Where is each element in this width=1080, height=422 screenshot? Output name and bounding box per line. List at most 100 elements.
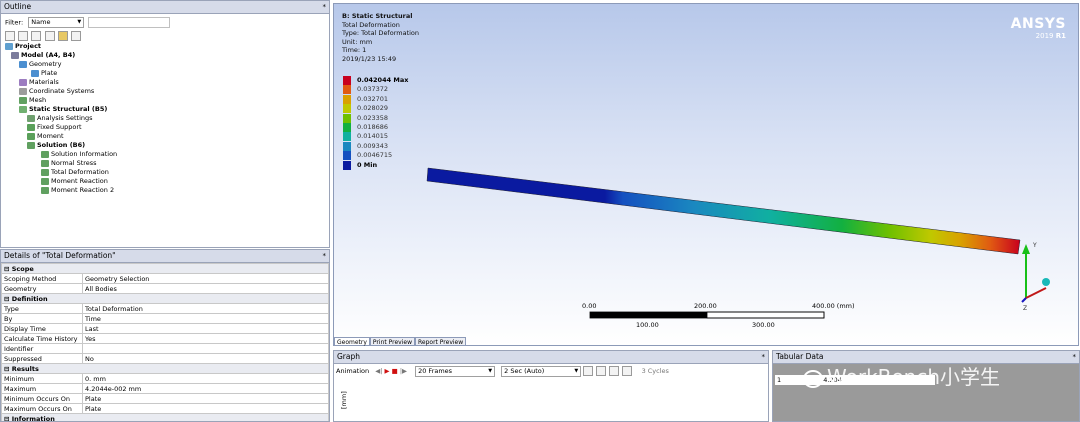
scale-bar (589, 311, 825, 319)
axis-triad[interactable]: Y Z (1021, 242, 1050, 312)
details-key: Type (1, 303, 83, 314)
skip-back-icon[interactable]: ◀| (375, 367, 382, 375)
graphics-viewport[interactable]: B: Static Structural Total Deformation Typ… (333, 3, 1079, 346)
details-value[interactable]: 4.2044e-002 mm (82, 383, 329, 394)
tab-geometry[interactable]: Geometry (334, 337, 370, 346)
tree-node-icon (27, 141, 35, 149)
legend-swatch (343, 76, 351, 85)
tree-item[interactable]: Solution Information (41, 150, 117, 159)
scale-label-300: 300.00 (752, 321, 775, 329)
details-row[interactable]: Suppressed No (1, 353, 329, 364)
tree-item[interactable]: Moment (27, 132, 64, 141)
details-value[interactable]: Geometry Selection (82, 273, 329, 284)
tree-item[interactable]: Solution (B6) (27, 141, 85, 150)
checkbox-icon[interactable] (622, 366, 633, 376)
pin-icon[interactable]: * (1073, 351, 1077, 363)
details-key: Suppressed (1, 353, 83, 364)
tree-node-icon (27, 123, 35, 131)
details-row[interactable]: Geometry All Bodies (1, 283, 329, 294)
tree-item[interactable]: Moment Reaction 2 (41, 186, 114, 195)
details-key: Display Time (1, 323, 83, 334)
tree-item[interactable]: Analysis Settings (27, 114, 93, 123)
details-row[interactable]: By Time (1, 313, 329, 324)
tab-report-preview[interactable]: Report Preview (415, 337, 467, 346)
details-value[interactable]: All Bodies (82, 283, 329, 294)
tree-item[interactable]: Geometry (19, 60, 61, 69)
legend-label: 0.042044 Max (357, 76, 409, 84)
export-icon[interactable] (609, 366, 620, 376)
details-row[interactable]: Display Time Last (1, 323, 329, 334)
tree-item[interactable]: Normal Stress (41, 159, 97, 168)
play-icon[interactable]: ▶ (385, 367, 390, 375)
folder-icon[interactable] (57, 31, 68, 41)
details-value[interactable]: 0. mm (82, 373, 329, 384)
settings-icon[interactable] (71, 31, 82, 41)
duration-select[interactable]: 2 Sec (Auto) ▼ (501, 365, 582, 377)
details-value[interactable]: No (82, 353, 329, 364)
tree-item[interactable]: Model (A4, B4) (11, 51, 75, 60)
outline-pane: Outline * Filter: Name ▼ Project Model (A… (0, 0, 330, 248)
plus-icon[interactable] (31, 31, 42, 41)
minus-icon[interactable] (44, 31, 55, 41)
legend-label: 0.032701 (357, 94, 389, 103)
filter-select[interactable]: Name ▼ (28, 17, 85, 28)
zoom-icon[interactable] (583, 366, 594, 376)
tree-item[interactable]: Total Deformation (41, 168, 109, 177)
legend-swatch (343, 151, 351, 161)
beam-body[interactable] (426, 167, 1021, 255)
tree-item-label: Analysis Settings (37, 114, 93, 122)
details-value[interactable]: Time (82, 313, 329, 324)
details-row[interactable]: Scoping Method Geometry Selection (1, 273, 329, 284)
tree-item[interactable]: Mesh (19, 96, 46, 105)
expand-icon[interactable] (5, 31, 15, 41)
details-row[interactable]: Maximum 4.2044e-002 mm (1, 383, 329, 394)
details-section-header[interactable]: ⊟ Scope (1, 263, 329, 274)
collapse-icon[interactable] (18, 31, 29, 41)
outline-toolbar (5, 31, 95, 41)
details-value[interactable]: Last (82, 323, 329, 334)
watermark: WorkBench小学生 (803, 361, 1000, 390)
section-label: Scope (11, 264, 34, 273)
section-label: Results (11, 364, 39, 373)
details-value[interactable] (82, 343, 329, 354)
tree-item[interactable]: Materials (19, 78, 59, 87)
grid-icon[interactable] (596, 366, 607, 376)
scale-label-0: 0.00 (582, 302, 597, 310)
legend-label: 0.0046715 (357, 151, 393, 160)
tree-item[interactable]: Coordinate Systems (19, 87, 94, 96)
section-label: Definition (11, 294, 48, 303)
details-value[interactable]: Plate (82, 393, 329, 404)
details-section-header[interactable]: ⊟ Results (1, 363, 329, 374)
frames-select[interactable]: 20 Frames ▼ (415, 365, 496, 377)
details-value[interactable]: Plate (82, 403, 329, 414)
tree-item[interactable]: Moment Reaction (41, 177, 108, 186)
skip-forward-icon[interactable]: |▶ (400, 367, 407, 375)
details-row[interactable]: Identifier (1, 343, 329, 354)
details-row[interactable]: Type Total Deformation (1, 303, 329, 314)
tree-item-label: Normal Stress (51, 159, 97, 167)
details-row[interactable]: Maximum Occurs On Plate (1, 403, 329, 414)
tree-item[interactable]: Plate (31, 69, 57, 78)
filter-search-input[interactable] (88, 17, 171, 28)
details-row[interactable]: Minimum 0. mm (1, 373, 329, 384)
stop-icon[interactable]: ■ (392, 367, 398, 375)
details-value[interactable]: Yes (82, 333, 329, 344)
pin-icon[interactable]: * (762, 351, 766, 363)
details-row[interactable]: Calculate Time History Yes (1, 333, 329, 344)
dropdown-arrow-icon: ▼ (574, 367, 579, 374)
tab-print-preview[interactable]: Print Preview (369, 337, 415, 346)
details-section-header[interactable]: ⊟ Definition (1, 293, 329, 304)
graph-title: Graph * (334, 351, 768, 364)
tree-item[interactable]: Static Structural (B5) (19, 105, 107, 114)
details-value[interactable]: Total Deformation (82, 303, 329, 314)
details-row[interactable]: Minimum Occurs On Plate (1, 393, 329, 404)
tree-item[interactable]: Project (5, 42, 41, 51)
tree-item[interactable]: Fixed Support (27, 123, 82, 132)
pin-icon[interactable]: * (323, 1, 327, 13)
tree-node-icon (19, 87, 27, 95)
details-section-header[interactable]: ⊟ Information (1, 413, 329, 421)
pin-icon[interactable]: * (323, 250, 327, 262)
graph-pane: Graph * Animation ◀| ▶ ■ |▶ 20 Frames ▼ … (333, 350, 769, 422)
tree-item-label: Fixed Support (37, 123, 82, 131)
tree-node-icon (11, 51, 19, 59)
